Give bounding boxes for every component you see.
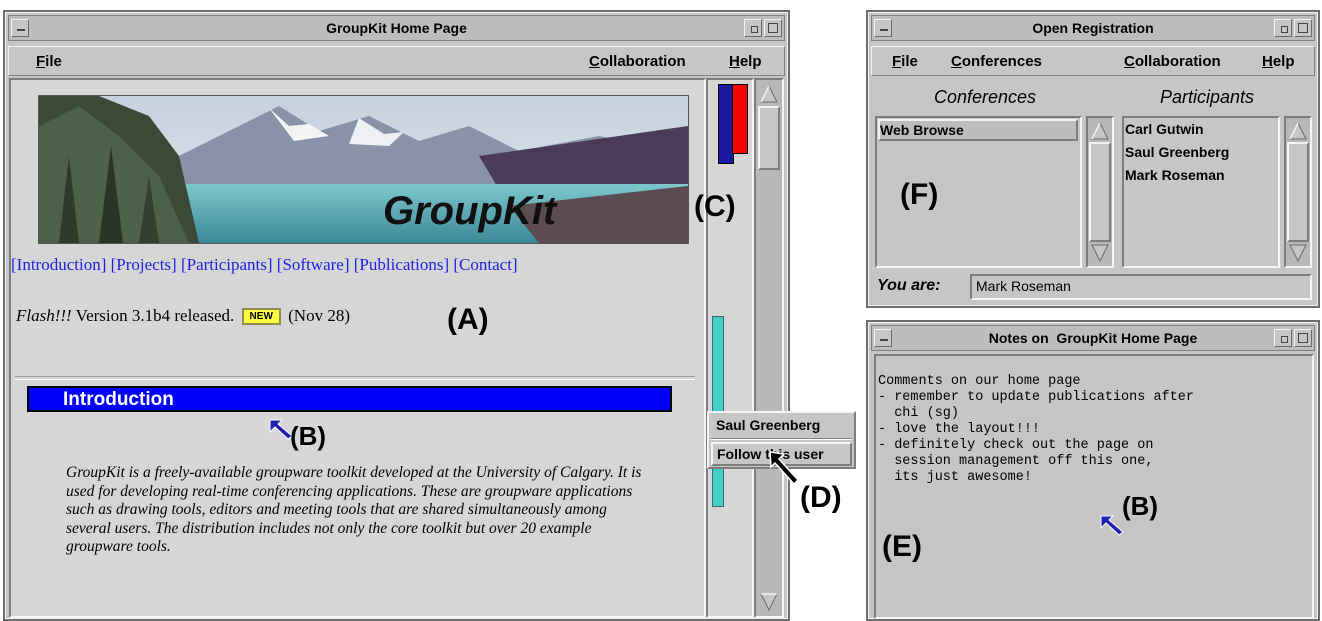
notes-line: - remember to update publications after: [878, 390, 1194, 405]
scroll-thumb[interactable]: [1287, 142, 1309, 242]
registration-window-title: Open Registration: [1032, 20, 1154, 36]
scroll-up-arrow-icon[interactable]: [1090, 121, 1110, 141]
participant-item: Mark Roseman: [1125, 167, 1225, 183]
participants-list[interactable]: Carl Gutwin Saul Greenberg Mark Roseman: [1122, 116, 1280, 268]
annotation-b-main: (B): [290, 421, 327, 451]
nav-link-participants[interactable]: [Participants]: [181, 255, 273, 274]
content-divider: [15, 376, 695, 380]
browser-content-area: GroupKit [Introduction] [Projects] [Part…: [9, 78, 706, 618]
scroll-thumb[interactable]: [1089, 142, 1111, 242]
flash-date: (Nov 28): [288, 306, 350, 325]
scroll-thumb[interactable]: [758, 106, 780, 170]
intro-heading: Introduction: [63, 389, 174, 410]
notes-window: Notes on GroupKit Home Page Comments on …: [866, 320, 1320, 621]
scroll-down-arrow-icon[interactable]: [1288, 243, 1308, 263]
annotation-c: (C): [694, 190, 736, 223]
intro-paragraph: GroupKit is a freely-available groupware…: [66, 464, 642, 555]
notes-text-area[interactable]: Comments on our home page - remember to u…: [874, 354, 1314, 619]
conferences-header: Conferences: [934, 87, 1037, 107]
popup-divider: [711, 438, 852, 440]
notes-line: - love the layout!!!: [878, 422, 1041, 437]
scroll-down-arrow-icon[interactable]: [1090, 243, 1110, 263]
nav-links: [Introduction] [Projects] [Participants]…: [11, 255, 518, 275]
banner-title: GroupKit: [383, 189, 558, 233]
popup-user-name: Saul Greenberg: [716, 417, 821, 433]
scroll-up-arrow-icon[interactable]: [1288, 121, 1308, 141]
nav-link-contact[interactable]: [Contact]: [453, 255, 517, 274]
conferences-scrollbar[interactable]: [1086, 116, 1114, 268]
notes-text: Comments on our home page - remember to u…: [878, 358, 1194, 486]
menu-file[interactable]: File: [36, 53, 62, 70]
menu-help[interactable]: Help: [729, 53, 762, 70]
conference-item[interactable]: Web Browse: [878, 119, 1078, 141]
scroll-up-arrow-icon[interactable]: [759, 84, 779, 104]
menu-help[interactable]: Help: [1262, 53, 1295, 70]
overview-panel: [706, 78, 754, 618]
notes-line: its just awesome!: [878, 470, 1032, 485]
you-are-value: Mark Roseman: [976, 278, 1071, 294]
new-badge: NEW: [241, 308, 281, 325]
flash-text: Version 3.1b4 released.: [75, 306, 235, 325]
scroll-down-arrow-icon[interactable]: [759, 592, 779, 612]
menu-collaboration[interactable]: Collaboration: [1124, 53, 1221, 70]
minimize-button[interactable]: [1274, 329, 1292, 347]
annotation-e: (E): [882, 530, 922, 563]
notes-window-title: Notes on GroupKit Home Page: [988, 330, 1198, 346]
minimize-button[interactable]: [1274, 19, 1292, 37]
maximize-button[interactable]: [1294, 19, 1312, 37]
registration-title-bar[interactable]: Open Registration: [871, 15, 1315, 41]
mouse-cursor-icon: [769, 451, 800, 486]
menu-file[interactable]: File: [892, 53, 918, 70]
nav-link-introduction[interactable]: [Introduction]: [11, 255, 106, 274]
annotation-b-notes: (B): [1122, 491, 1159, 521]
participant-item: Saul Greenberg: [1125, 144, 1230, 160]
main-scrollbar[interactable]: [754, 78, 784, 618]
notes-line: - definitely check out the page on: [878, 438, 1154, 453]
overview-viewport-red: [732, 84, 748, 154]
nav-link-projects[interactable]: [Projects]: [111, 255, 177, 274]
mountain-lake-illustration: GroupKit: [39, 96, 688, 243]
annotation-a: (A): [447, 303, 489, 336]
menu-conferences[interactable]: Conferences: [951, 53, 1042, 70]
nav-link-publications[interactable]: [Publications]: [354, 255, 449, 274]
registration-window: Open Registration File Conferences Colla…: [866, 10, 1320, 308]
intro-heading-bar: Introduction: [27, 386, 672, 412]
notes-line: Comments on our home page: [878, 374, 1081, 389]
notes-line: session management off this one,: [878, 454, 1154, 469]
you-are-label: You are:: [877, 277, 941, 294]
nav-link-software[interactable]: [Software]: [277, 255, 350, 274]
annotation-d: (D): [800, 481, 842, 514]
menu-collaboration[interactable]: Collaboration: [589, 53, 686, 70]
registration-menu-bar: File Conferences Collaboration Help: [871, 46, 1315, 76]
main-window-title: GroupKit Home Page: [326, 20, 467, 36]
groupkit-banner-image: GroupKit: [38, 95, 689, 244]
participant-item: Carl Gutwin: [1125, 121, 1204, 137]
notes-title-bar[interactable]: Notes on GroupKit Home Page: [871, 325, 1315, 351]
flash-announcement: Flash!!! Version 3.1b4 released. NEW (No…: [16, 306, 350, 326]
participants-scrollbar[interactable]: [1284, 116, 1312, 268]
you-are-field[interactable]: Mark Roseman: [970, 274, 1312, 300]
notes-line: chi (sg): [878, 406, 960, 421]
annotation-f: (F): [900, 178, 939, 211]
maximize-button[interactable]: [1294, 329, 1312, 347]
flash-prefix: Flash!!!: [16, 306, 72, 325]
main-browser-window: GroupKit Home Page File Collaboration He…: [3, 10, 790, 621]
main-menu-bar: File Collaboration Help: [8, 46, 785, 76]
main-title-bar[interactable]: GroupKit Home Page: [8, 15, 785, 41]
participants-header: Participants: [1160, 87, 1255, 107]
maximize-button[interactable]: [764, 19, 782, 37]
conference-name: Web Browse: [880, 122, 964, 138]
minimize-button[interactable]: [744, 19, 762, 37]
